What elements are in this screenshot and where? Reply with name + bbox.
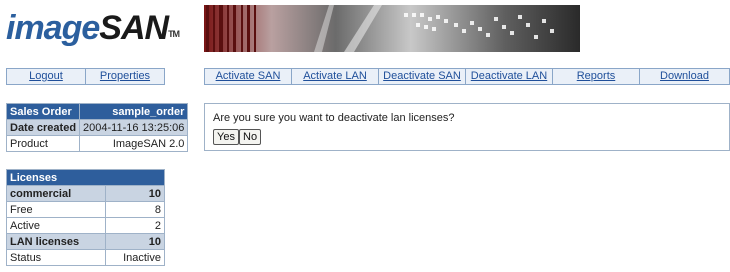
logo-trademark: TM [168, 29, 180, 39]
status-label: Status [5, 249, 107, 266]
sales-order-id: sample_order [79, 103, 189, 120]
active-value: 2 [105, 217, 165, 234]
logo-san-text: SAN [99, 9, 169, 47]
product-value: ImageSAN 2.0 [79, 135, 189, 152]
lan-licenses-label: LAN licenses [5, 233, 107, 250]
yes-button[interactable]: Yes [213, 129, 239, 145]
status-value: Inactive [105, 249, 165, 266]
account-nav: Logout Properties [6, 68, 165, 85]
licenses-table: Licenses commercial 10 Free 8 Active 2 L… [5, 169, 165, 266]
no-button[interactable]: No [239, 129, 262, 145]
commercial-value: 10 [105, 185, 165, 202]
properties-link[interactable]: Properties [85, 69, 164, 84]
nav-activate-san[interactable]: Activate SAN [205, 69, 291, 84]
free-label: Free [5, 201, 107, 218]
imagesan-logo: imageSANTM [6, 6, 180, 50]
logout-link[interactable]: Logout [7, 69, 85, 84]
product-label: Product [5, 135, 81, 152]
sales-order-table: Sales Order sample_order Date created 20… [5, 103, 189, 152]
free-value: 8 [105, 201, 165, 218]
nav-download[interactable]: Download [639, 69, 729, 84]
nav-deactivate-san[interactable]: Deactivate SAN [378, 69, 465, 84]
nav-deactivate-lan[interactable]: Deactivate LAN [465, 69, 552, 84]
licenses-header: Licenses [6, 169, 165, 186]
sales-order-header-label: Sales Order [5, 103, 81, 120]
main-nav: Activate SAN Activate LAN Deactivate SAN… [204, 68, 730, 85]
lan-licenses-value: 10 [105, 233, 165, 250]
date-created-label: Date created [5, 119, 81, 136]
confirmation-message: Are you sure you want to deactivate lan … [213, 112, 455, 124]
nav-activate-lan[interactable]: Activate LAN [291, 69, 378, 84]
logo-image-text: image [6, 9, 100, 47]
header-banner-image [204, 5, 580, 52]
deactivate-lan-confirmation: Are you sure you want to deactivate lan … [204, 103, 730, 151]
active-label: Active [5, 217, 107, 234]
date-created-value: 2004-11-16 13:25:06 [79, 119, 189, 136]
commercial-label: commercial [5, 185, 107, 202]
nav-reports[interactable]: Reports [552, 69, 639, 84]
